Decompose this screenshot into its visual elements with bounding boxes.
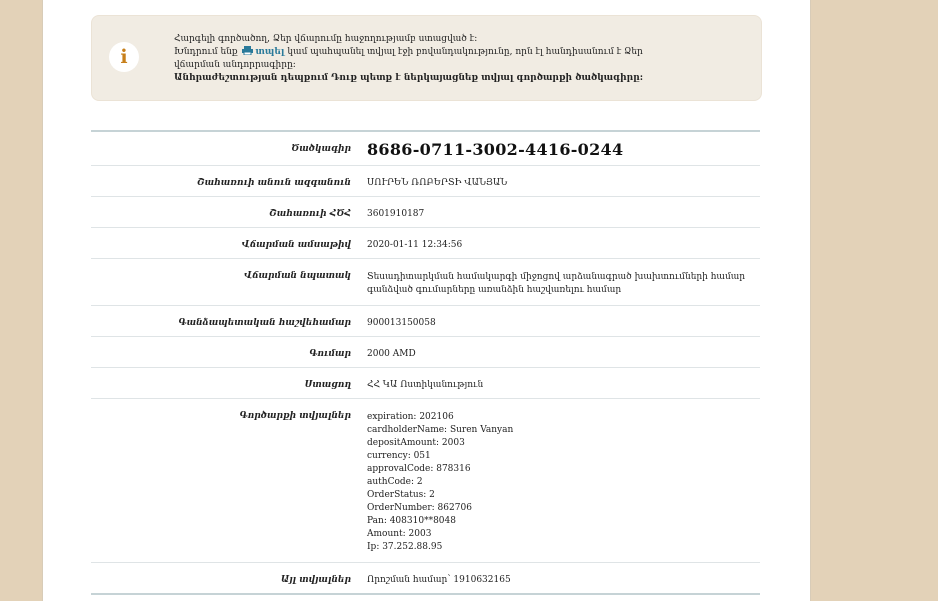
code-value: 8686-0711-3002-4416-0244 <box>367 140 624 159</box>
table-row: Գործարքի տվյալներ expiration: 202106 car… <box>91 398 760 563</box>
info-line-1: Հարգելի գործածող, Ձեր վճարումը հաջողությ… <box>174 34 478 44</box>
payer-id-label: Շահառուի ՀԾՀ <box>91 196 367 228</box>
amount-value: 2000 AMD <box>367 336 760 368</box>
recipient-label: Ստացող <box>91 367 367 399</box>
receipt-page: i Հարգելի գործածող, Ձեր վճարումը հաջողու… <box>42 0 811 601</box>
payer-name-value: ՍՈՒՐԵՆ ՌՈԲԵՐՏԻ ՎԱՆՅԱՆ <box>367 165 760 197</box>
table-row: Գումար 2000 AMD <box>91 336 760 368</box>
date-label: Վճարման ամսաթիվ <box>91 227 367 259</box>
date-value: 2020-01-11 12:34:56 <box>367 227 760 259</box>
table-row: Վճարման ամսաթիվ 2020-01-11 12:34:56 <box>91 227 760 259</box>
transaction-label: Գործարքի տվյալներ <box>91 398 367 563</box>
table-row: Ստացող ՀՀ ԿԱ Ոստիկանություն <box>91 367 760 399</box>
printer-icon <box>242 46 254 55</box>
transaction-line: cardholderName: Suren Vanyan <box>367 425 514 435</box>
transaction-line: OrderStatus: 2 <box>367 490 435 500</box>
info-text: Հարգելի գործածող, Ձեր վճարումը հաջողությ… <box>174 33 754 85</box>
purpose-line-2: գանձված գումարները առանձին հաշվառելու հա… <box>367 285 622 295</box>
table-row: Այլ տվյալներ Որոշման համար՝ 1910632165 <box>91 562 760 594</box>
recipient-value: ՀՀ ԿԱ Ոստիկանություն <box>367 367 760 399</box>
payment-details-table: Ծածկագիր 8686-0711-3002-4416-0244 Շահառո… <box>91 130 760 595</box>
table-row: Վճարման նպատակ Տեսադիտարկման համակարգի մ… <box>91 258 760 306</box>
print-link-label[interactable]: տպել <box>255 47 284 57</box>
print-link[interactable]: տպել <box>240 46 285 57</box>
code-label: Ծածկագիր <box>291 144 351 154</box>
table-row: Գանձապետական հաշվեհամար 900013150058 <box>91 305 760 337</box>
transaction-line: Ip: 37.252.88.95 <box>367 542 443 552</box>
transaction-line: approvalCode: 878316 <box>367 464 471 474</box>
transaction-line: expiration: 202106 <box>367 412 454 422</box>
table-row: Շահառուի ՀԾՀ 3601910187 <box>91 196 760 228</box>
amount-label: Գումար <box>91 336 367 368</box>
info-line-2: Խնդրում ենք տպել կամ պահպանել տվյալ էջի … <box>174 46 754 59</box>
purpose-line-1: Տեսադիտարկման համակարգի միջոցով արձանագր… <box>367 272 746 282</box>
transaction-line: depositAmount: 2003 <box>367 438 465 448</box>
payer-id-value: 3601910187 <box>367 196 760 228</box>
info-line-2-start: Խնդրում ենք <box>174 47 238 57</box>
info-notice: i Հարգելի գործածող, Ձեր վճարումը հաջողու… <box>91 15 762 101</box>
transaction-line: currency: 051 <box>367 451 431 461</box>
info-icon: i <box>109 42 139 72</box>
transaction-line: Amount: 2003 <box>367 529 432 539</box>
left-background <box>0 0 42 601</box>
info-line-2-end: կամ պահպանել տվյալ էջի բովանդակությունը,… <box>287 47 643 57</box>
info-line-3: վճարման անդորրագիրը: <box>174 60 296 70</box>
transaction-line: authCode: 2 <box>367 477 423 487</box>
table-row: Ծածկագիր 8686-0711-3002-4416-0244 <box>91 131 760 166</box>
other-value: Որոշման համար՝ 1910632165 <box>367 562 760 594</box>
account-label: Գանձապետական հաշվեհամար <box>91 305 367 337</box>
other-label: Այլ տվյալներ <box>91 562 367 594</box>
table-row: Շահառուի անուն ազգանուն ՍՈՒՐԵՆ ՌՈԲԵՐՏԻ Վ… <box>91 165 760 197</box>
purpose-label: Վճարման նպատակ <box>91 258 367 306</box>
info-line-4: Անհրաժեշտության դեպքում Դուք պետք է ներկ… <box>174 73 644 83</box>
purpose-value: Տեսադիտարկման համակարգի միջոցով արձանագր… <box>367 258 760 306</box>
payer-name-label: Շահառուի անուն ազգանուն <box>91 165 367 197</box>
account-value: 900013150058 <box>367 305 760 337</box>
transaction-value: expiration: 202106 cardholderName: Suren… <box>367 398 760 563</box>
transaction-line: Pan: 408310**8048 <box>367 516 456 526</box>
transaction-line: OrderNumber: 862706 <box>367 503 472 513</box>
